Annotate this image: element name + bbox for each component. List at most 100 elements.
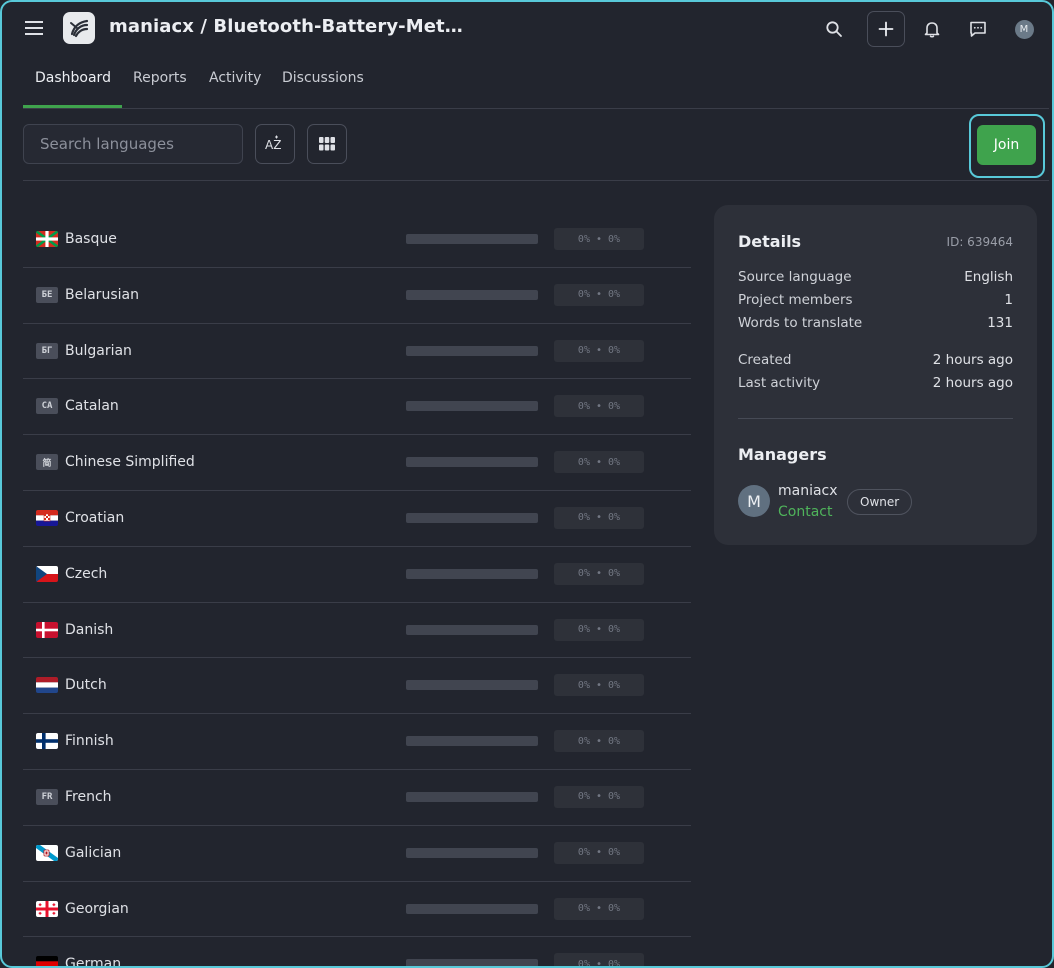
progress-stats: 0% • 0% (554, 730, 644, 753)
progress-stats: 0% • 0% (554, 228, 644, 250)
language-name[interactable]: Danish (65, 622, 113, 638)
detail-value: English (964, 269, 1013, 285)
language-row-german[interactable]: German 0% • 0% (23, 937, 691, 966)
detail-key: Created (738, 352, 792, 368)
flag-netherlands-icon (36, 677, 58, 694)
language-name[interactable]: Georgian (65, 901, 129, 917)
detail-key: Source language (738, 269, 852, 285)
messages-button[interactable] (959, 11, 997, 47)
flag-galicia-icon (36, 844, 58, 861)
detail-value: 2 hours ago (932, 352, 1013, 368)
chat-icon (970, 21, 986, 37)
translation-progress-bar (406, 234, 538, 244)
detail-row-created: Created 2 hours ago (738, 352, 1013, 372)
progress-stats: 0% • 0% (554, 674, 644, 697)
progress-stats: 0% • 0% (554, 451, 644, 474)
progress-stats: 0% • 0% (554, 897, 644, 920)
language-name[interactable]: Chinese Simplified (65, 454, 195, 470)
menu-icon[interactable] (24, 19, 44, 37)
details-title: Details (738, 232, 802, 251)
translation-progress-bar (406, 624, 538, 635)
user-avatar: M (1014, 19, 1034, 39)
language-row-french[interactable]: FR French 0% • 0% (23, 770, 691, 826)
language-row-galician[interactable]: Galician 0% • 0% (23, 826, 691, 882)
language-row-croatian[interactable]: Croatian 0% • 0% (23, 491, 691, 547)
language-name[interactable]: Dutch (65, 677, 107, 693)
translation-progress-bar (406, 791, 538, 802)
flag-germany-icon (36, 956, 58, 966)
detail-value: 2 hours ago (932, 375, 1013, 391)
language-name[interactable]: Belarusian (65, 287, 139, 303)
tab-discussions[interactable]: Discussions (282, 70, 364, 86)
details-divider (738, 418, 1013, 419)
grid-view-button[interactable] (307, 124, 347, 164)
language-row-belarusian[interactable]: БЕ Belarusian 0% • 0% (23, 268, 691, 324)
language-code-badge: БГ (36, 342, 58, 359)
language-name[interactable]: Catalan (65, 398, 119, 414)
progress-stats: 0% • 0% (554, 562, 644, 585)
language-row-catalan[interactable]: CA Catalan 0% • 0% (23, 379, 691, 436)
progress-stats: 0% • 0% (554, 506, 644, 529)
language-row-georgian[interactable]: Georgian 0% • 0% (23, 882, 691, 938)
language-name[interactable]: Bulgarian (65, 343, 132, 359)
join-button[interactable]: Join (977, 125, 1036, 165)
sort-az-button[interactable]: AZ (255, 124, 295, 164)
search-languages-input[interactable] (23, 124, 243, 164)
progress-stats: 0% • 0% (554, 618, 644, 641)
manager-name[interactable]: maniacx (778, 483, 838, 499)
detail-key: Project members (738, 292, 853, 308)
detail-key: Words to translate (738, 315, 863, 331)
sort-az-icon: AZ (265, 135, 281, 152)
translation-progress-bar (406, 289, 538, 300)
tab-activity[interactable]: Activity (209, 70, 261, 86)
language-code-badge: БЕ (36, 286, 58, 303)
progress-stats: 0% • 0% (554, 339, 644, 362)
flag-czech-icon (36, 565, 58, 582)
language-name[interactable]: Basque (65, 231, 117, 247)
user-menu-button[interactable]: M (1005, 11, 1043, 47)
translation-progress-bar (406, 568, 538, 579)
language-name[interactable]: German (65, 956, 121, 966)
manager-avatar[interactable]: M (738, 485, 770, 517)
search-button[interactable] (815, 11, 853, 47)
translation-progress-bar (406, 457, 538, 468)
translation-progress-bar (406, 847, 538, 858)
language-row-chinese-simplified[interactable]: 简 Chinese Simplified 0% • 0% (23, 435, 691, 491)
app-logo[interactable] (63, 12, 95, 44)
language-name[interactable]: Czech (65, 566, 107, 582)
managers-title: Managers (738, 445, 827, 464)
project-tabs: Dashboard Reports Activity Discussions (23, 56, 1049, 109)
owner-badge: Owner (847, 489, 913, 515)
project-title[interactable]: maniacx / Bluetooth-Battery-Met… (109, 16, 463, 37)
detail-key: Last activity (738, 375, 821, 391)
create-button[interactable] (867, 11, 905, 47)
language-name[interactable]: Croatian (65, 510, 124, 526)
language-row-basque[interactable]: Basque 0% • 0% (23, 212, 691, 268)
detail-row-source-language: Source language English (738, 269, 1013, 289)
language-name[interactable]: Galician (65, 845, 121, 861)
detail-row-last-activity: Last activity 2 hours ago (738, 375, 1013, 395)
detail-row-project-members: Project members 1 (738, 292, 1013, 312)
bell-icon (924, 22, 940, 38)
language-name[interactable]: Finnish (65, 733, 114, 749)
language-row-czech[interactable]: Czech 0% • 0% (23, 547, 691, 603)
language-row-danish[interactable]: Danish 0% • 0% (23, 603, 691, 659)
translation-progress-bar (406, 959, 538, 966)
tab-dashboard[interactable]: Dashboard (35, 70, 111, 86)
grid-icon (319, 137, 335, 151)
progress-stats: 0% • 0% (554, 841, 644, 864)
detail-row-words-to-translate: Words to translate 131 (738, 315, 1013, 335)
tab-reports[interactable]: Reports (133, 70, 187, 86)
translation-progress-bar (406, 345, 538, 356)
flag-denmark-icon (36, 621, 58, 638)
flag-basque-icon (36, 231, 58, 247)
search-icon (826, 21, 842, 37)
language-row-bulgarian[interactable]: БГ Bulgarian 0% • 0% (23, 324, 691, 380)
manager-contact-link[interactable]: Contact (778, 504, 832, 520)
notifications-button[interactable] (913, 11, 951, 47)
language-row-finnish[interactable]: Finnish 0% • 0% (23, 714, 691, 770)
language-row-dutch[interactable]: Dutch 0% • 0% (23, 658, 691, 715)
language-code-badge: 简 (36, 454, 58, 471)
language-name[interactable]: French (65, 789, 112, 805)
sort-az-label: AZ (265, 138, 281, 152)
